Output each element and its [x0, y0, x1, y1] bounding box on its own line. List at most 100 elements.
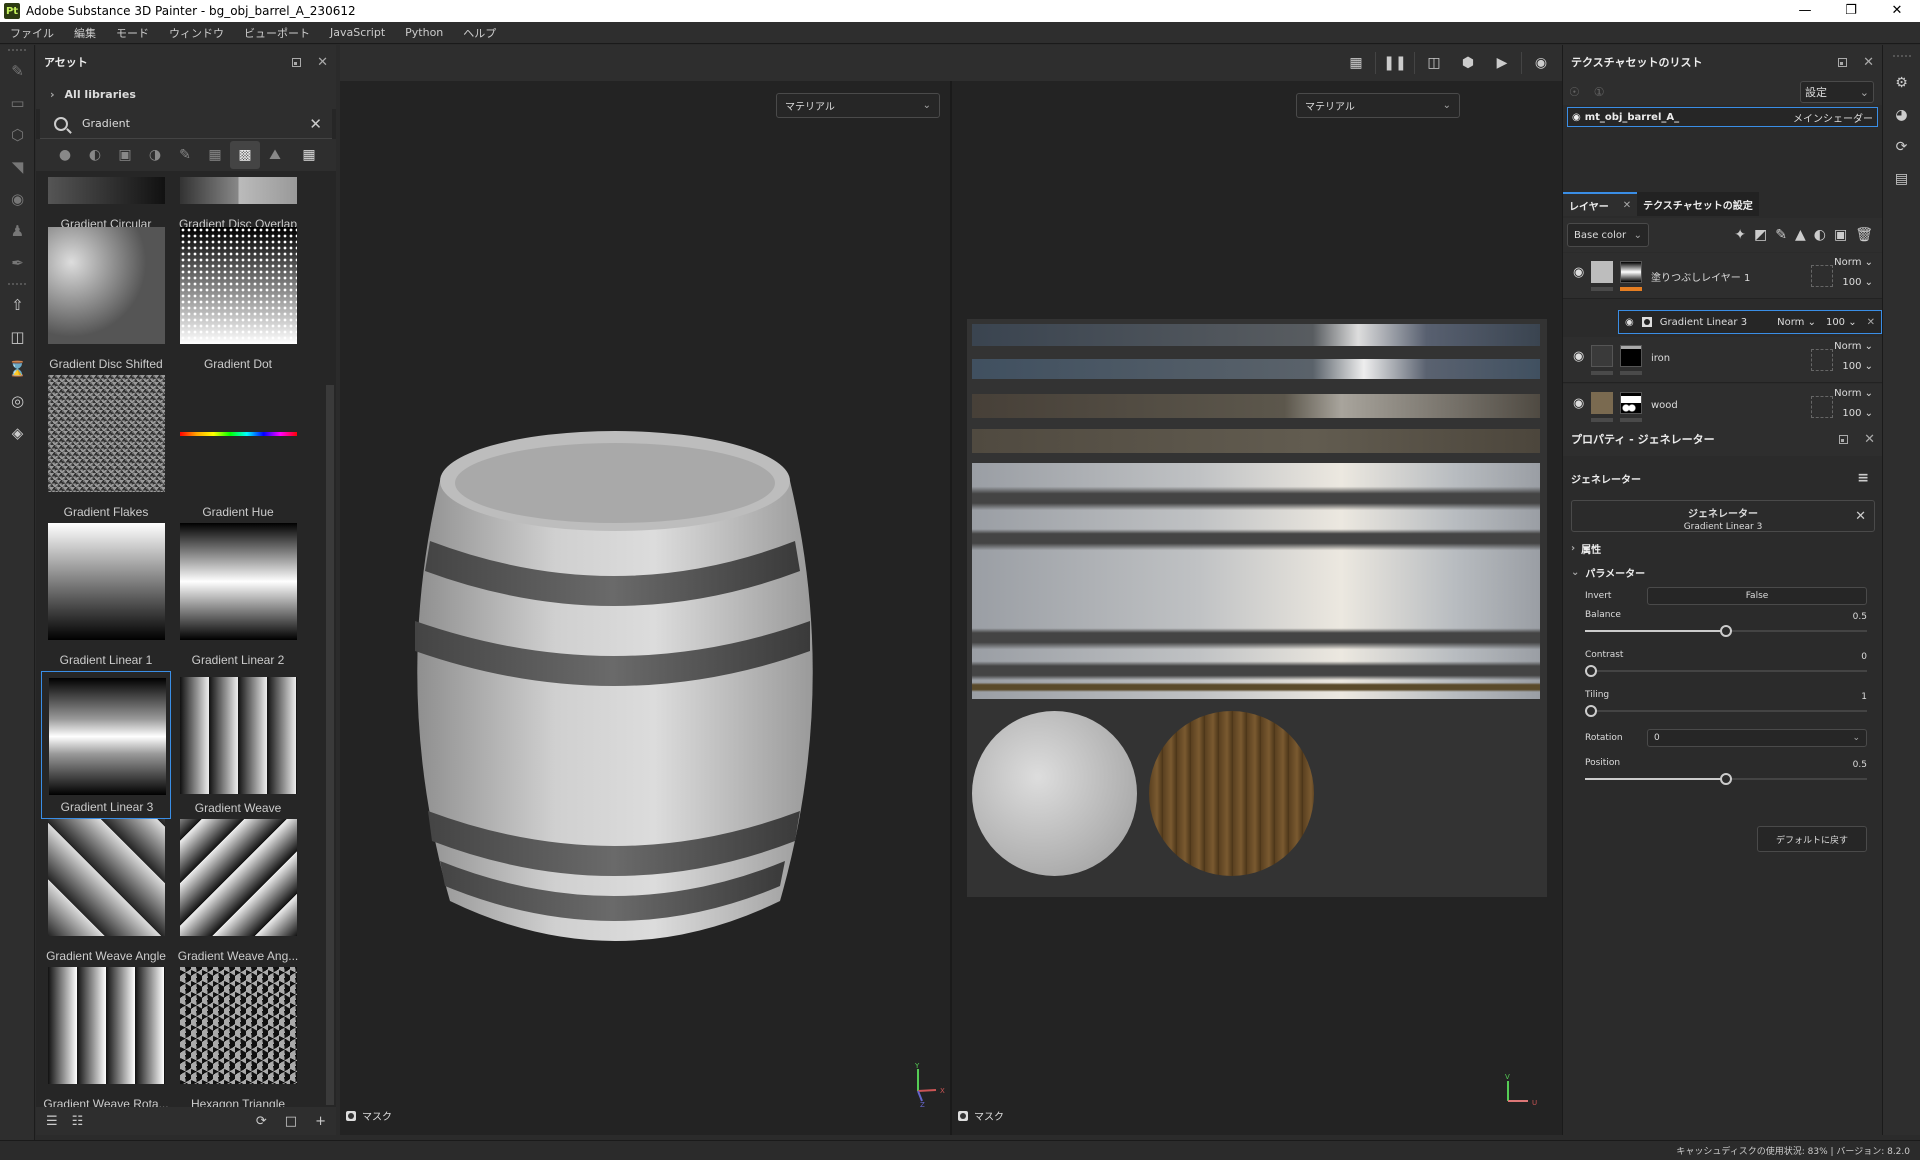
- clear-search-icon[interactable]: ✕: [309, 115, 322, 133]
- barrel-model[interactable]: [400, 421, 830, 961]
- settings-dropdown[interactable]: 設定 ⌄: [1800, 81, 1874, 103]
- texture-set-icon[interactable]: ◈: [0, 417, 35, 449]
- slider-handle[interactable]: [1720, 773, 1732, 785]
- mask-toggle[interactable]: マスク: [958, 1108, 1004, 1123]
- remove-generator-icon[interactable]: ✕: [1855, 509, 1866, 524]
- search-input[interactable]: [82, 117, 310, 130]
- param-value[interactable]: 0.5: [1853, 760, 1867, 770]
- minimize-icon[interactable]: —: [1782, 0, 1828, 22]
- eye-icon[interactable]: ◉: [1573, 265, 1584, 280]
- blend-mode-dropdown[interactable]: Norm ⌄: [1834, 341, 1873, 352]
- asset-tile[interactable]: Gradient Dot: [173, 227, 303, 375]
- add-icon[interactable]: +: [315, 1114, 326, 1129]
- smudge-icon[interactable]: ◉: [0, 183, 35, 215]
- mask-thumbnail[interactable]: [1620, 261, 1642, 283]
- geometry-mask-slot[interactable]: [1811, 396, 1833, 418]
- slider-track[interactable]: [1585, 665, 1867, 677]
- add-folder-icon[interactable]: ▣: [1834, 227, 1847, 243]
- hide-icon[interactable]: ▦: [1341, 49, 1371, 77]
- eraser-icon[interactable]: ▭: [0, 87, 35, 119]
- layer-row[interactable]: ◉ iron Norm ⌄ 100 ⌄: [1563, 337, 1883, 383]
- slider-track[interactable]: [1585, 705, 1867, 717]
- channel-dropdown[interactable]: Base color ⌄: [1567, 223, 1649, 247]
- tab-layers[interactable]: レイヤー ✕: [1563, 192, 1638, 216]
- menu-edit[interactable]: 編集: [64, 25, 106, 41]
- display-icon[interactable]: ⬢: [1453, 49, 1483, 77]
- polygon-fill-icon[interactable]: ◥: [0, 151, 35, 183]
- parameters-foldout[interactable]: ⌄ パラメーター: [1563, 560, 1883, 584]
- slider-handle[interactable]: [1585, 705, 1597, 717]
- add-fill-layer-icon[interactable]: ▲: [1795, 227, 1806, 243]
- viewport-mode-select[interactable]: マテリアル ⌄: [776, 93, 940, 118]
- history-icon[interactable]: ⟳: [1883, 131, 1920, 163]
- blend-mode-dropdown[interactable]: Norm ⌄: [1777, 317, 1816, 328]
- restore-icon[interactable]: ❐: [1828, 0, 1874, 22]
- menu-python[interactable]: Python: [395, 26, 453, 39]
- asset-tile[interactable]: Gradient Linear 2: [173, 523, 303, 671]
- shader-name[interactable]: メインシェーダー: [1793, 110, 1873, 125]
- param-value[interactable]: 0.5: [1853, 612, 1867, 622]
- tab-texture-set-settings[interactable]: テクスチャセットの設定: [1637, 192, 1759, 216]
- opacity-dropdown[interactable]: 100 ⌄: [1842, 277, 1873, 288]
- asset-tile[interactable]: Gradient Weave: [173, 671, 303, 819]
- blend-mode-dropdown[interactable]: Norm ⌄: [1834, 257, 1873, 268]
- screenshot-icon[interactable]: ◉: [1526, 49, 1556, 77]
- load-preset-icon[interactable]: ☷: [72, 1114, 84, 1129]
- opacity-dropdown[interactable]: 100 ⌄: [1842, 361, 1873, 372]
- close-panel-icon[interactable]: ✕: [1863, 55, 1874, 70]
- preset-menu-icon[interactable]: ≡: [1857, 470, 1869, 486]
- menu-mode[interactable]: モード: [106, 25, 159, 41]
- alpha-filter-icon[interactable]: ▦: [200, 141, 230, 169]
- solo-icon[interactable]: ①: [1594, 85, 1605, 99]
- viewport-3d[interactable]: マテリアル ⌄ Y X Z マスク: [340, 81, 950, 1135]
- camera-icon[interactable]: ▶: [1487, 49, 1517, 77]
- drag-handle[interactable]: [1883, 45, 1920, 67]
- asset-tile[interactable]: Gradient Flakes: [41, 375, 171, 523]
- refresh-icon[interactable]: ⟳: [256, 1114, 267, 1129]
- undock-icon[interactable]: [1838, 57, 1848, 67]
- visibility-toggle-icon[interactable]: ☉: [1569, 85, 1580, 99]
- mask-thumbnail[interactable]: [1620, 392, 1642, 414]
- log-icon[interactable]: ▤: [1883, 163, 1920, 195]
- geometry-mask-slot[interactable]: [1811, 349, 1833, 371]
- eye-icon[interactable]: ◉: [1573, 396, 1584, 411]
- add-effect-icon[interactable]: ✦: [1734, 227, 1746, 243]
- material-filter-icon[interactable]: ●: [50, 141, 80, 169]
- undock-icon[interactable]: [1839, 434, 1849, 444]
- rotation-dropdown[interactable]: 0 ⌄: [1647, 729, 1867, 747]
- asset-tile[interactable]: Gradient Weave Rota...: [41, 967, 171, 1107]
- bake-icon[interactable]: ◫: [0, 321, 35, 353]
- texture-set-item[interactable]: ◉ mt_obj_barrel_A_ メインシェーダー: [1567, 107, 1878, 127]
- projection-icon[interactable]: ⬡: [0, 119, 35, 151]
- history-icon[interactable]: ⌛: [0, 353, 35, 385]
- menu-file[interactable]: ファイル: [0, 25, 64, 41]
- contrast-slider[interactable]: Contrast 0: [1563, 648, 1883, 682]
- remove-effect-icon[interactable]: ✕: [1867, 317, 1875, 328]
- tiling-slider[interactable]: Tiling 1: [1563, 688, 1883, 722]
- position-slider[interactable]: Position 0.5: [1563, 756, 1883, 790]
- opacity-dropdown[interactable]: 100 ⌄: [1826, 317, 1857, 328]
- shader-settings-icon[interactable]: ◕: [1883, 99, 1920, 131]
- close-icon[interactable]: ✕: [1874, 0, 1920, 22]
- eye-icon[interactable]: ◉: [1625, 317, 1634, 328]
- brush-icon[interactable]: ✎: [0, 55, 35, 87]
- assets-scrollbar[interactable]: [326, 385, 334, 1105]
- asset-tile[interactable]: Gradient Linear 1: [41, 523, 171, 671]
- asset-tile[interactable]: Hexagon Triangle: [173, 967, 303, 1107]
- pause-icon[interactable]: ❚❚: [1380, 49, 1410, 77]
- mask-filter-icon[interactable]: ▣: [110, 141, 140, 169]
- mask-toggle[interactable]: マスク: [346, 1108, 392, 1123]
- slider-track[interactable]: [1585, 773, 1867, 785]
- menu-help[interactable]: ヘルプ: [453, 25, 506, 41]
- uv-canvas[interactable]: [967, 319, 1547, 897]
- procedural-filter-icon[interactable]: ▩: [230, 141, 260, 169]
- clone-icon[interactable]: ♟: [0, 215, 35, 247]
- asset-tile[interactable]: Gradient Disc Shifted: [41, 227, 171, 375]
- attributes-foldout[interactable]: › 属性: [1563, 536, 1883, 560]
- save-preset-icon[interactable]: ☰: [46, 1114, 58, 1129]
- menu-javascript[interactable]: JavaScript: [320, 26, 395, 39]
- add-mask-icon[interactable]: ◩: [1754, 227, 1767, 243]
- reset-default-button[interactable]: デフォルトに戻す: [1757, 826, 1867, 852]
- environment-filter-icon[interactable]: ⛰: [260, 141, 290, 169]
- close-panel-icon[interactable]: ✕: [317, 55, 328, 70]
